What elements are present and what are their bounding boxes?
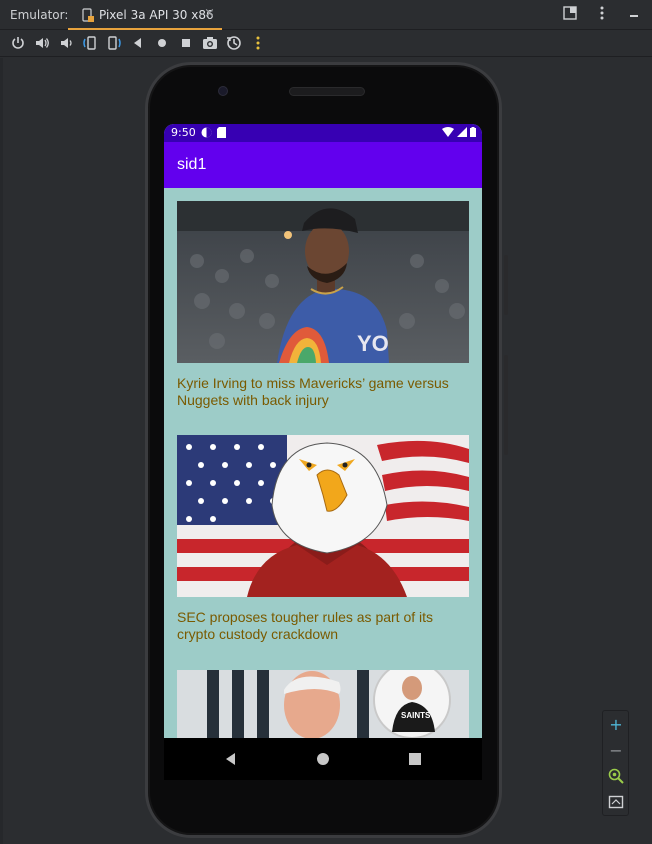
zoom-fit-icon[interactable] [608,768,624,784]
snapshot-icon[interactable] [226,35,242,51]
eagle-flag-illustration[interactable] [177,435,469,597]
overview-icon[interactable] [178,35,194,51]
close-tab-icon[interactable]: × [204,6,215,21]
news-title[interactable]: Kyrie Irving to miss Mavericks’ game ver… [177,375,469,409]
wifi-icon [442,127,454,137]
nav-overview-icon[interactable] [408,751,422,770]
minimize-icon[interactable] [626,6,642,22]
emulator-tab-bar: Emulator: Pixel 3a API 30 x86 × [0,0,652,30]
home-icon[interactable] [154,35,170,51]
device-tab-label: Pixel 3a API 30 x86 [99,8,214,22]
power-side-button[interactable] [504,255,508,315]
power-icon[interactable] [10,35,26,51]
nav-back-icon[interactable] [224,751,238,770]
emulator-window: Emulator: Pixel 3a API 30 x86 × 9:50 sid… [0,0,652,844]
svg-text:SAINTS: SAINTS [401,711,431,720]
sd-card-icon [217,127,226,138]
emulator-toolbar [0,31,652,57]
options-menu-icon[interactable] [594,6,610,22]
nav-home-icon[interactable] [316,751,330,770]
zoom-controls: + − [602,710,629,816]
zoom-in-icon[interactable]: + [608,717,624,733]
device-tab[interactable]: Pixel 3a API 30 x86 × [68,0,222,30]
basketball-player-photo[interactable]: YO [177,201,469,363]
sync-status-icon [201,127,212,138]
earpiece-speaker [289,87,365,96]
screenshot-icon[interactable] [202,35,218,51]
rotate-left-icon[interactable] [82,35,98,51]
app-bar: sid1 [164,142,482,188]
battery-icon [470,127,476,137]
device-icon [82,8,94,22]
android-status-bar: 9:50 [164,124,482,142]
zoom-out-icon[interactable]: − [608,743,624,759]
device-screen[interactable]: 9:50 sid1 YO Kyrie Irving to miss Maveri… [164,124,482,738]
svg-text:YO: YO [357,331,389,356]
volume-down-icon[interactable] [58,35,74,51]
volume-up-icon[interactable] [34,35,50,51]
android-nav-bar [164,738,482,780]
left-panel-edge [0,58,3,844]
volume-side-button[interactable] [504,355,508,455]
back-icon[interactable] [130,35,146,51]
emulator-label: Emulator: [10,8,69,22]
signal-icon [457,127,467,137]
more-icon[interactable] [250,35,266,51]
zoom-frame-icon[interactable] [608,794,624,810]
coach-photo[interactable]: SAINTS [177,670,469,738]
window-mode-icon[interactable] [562,6,578,22]
status-time: 9:50 [171,126,196,139]
rotate-right-icon[interactable] [106,35,122,51]
news-title[interactable]: SEC proposes tougher rules as part of it… [177,609,469,643]
app-title: sid1 [177,156,207,173]
front-camera-icon [218,86,228,96]
